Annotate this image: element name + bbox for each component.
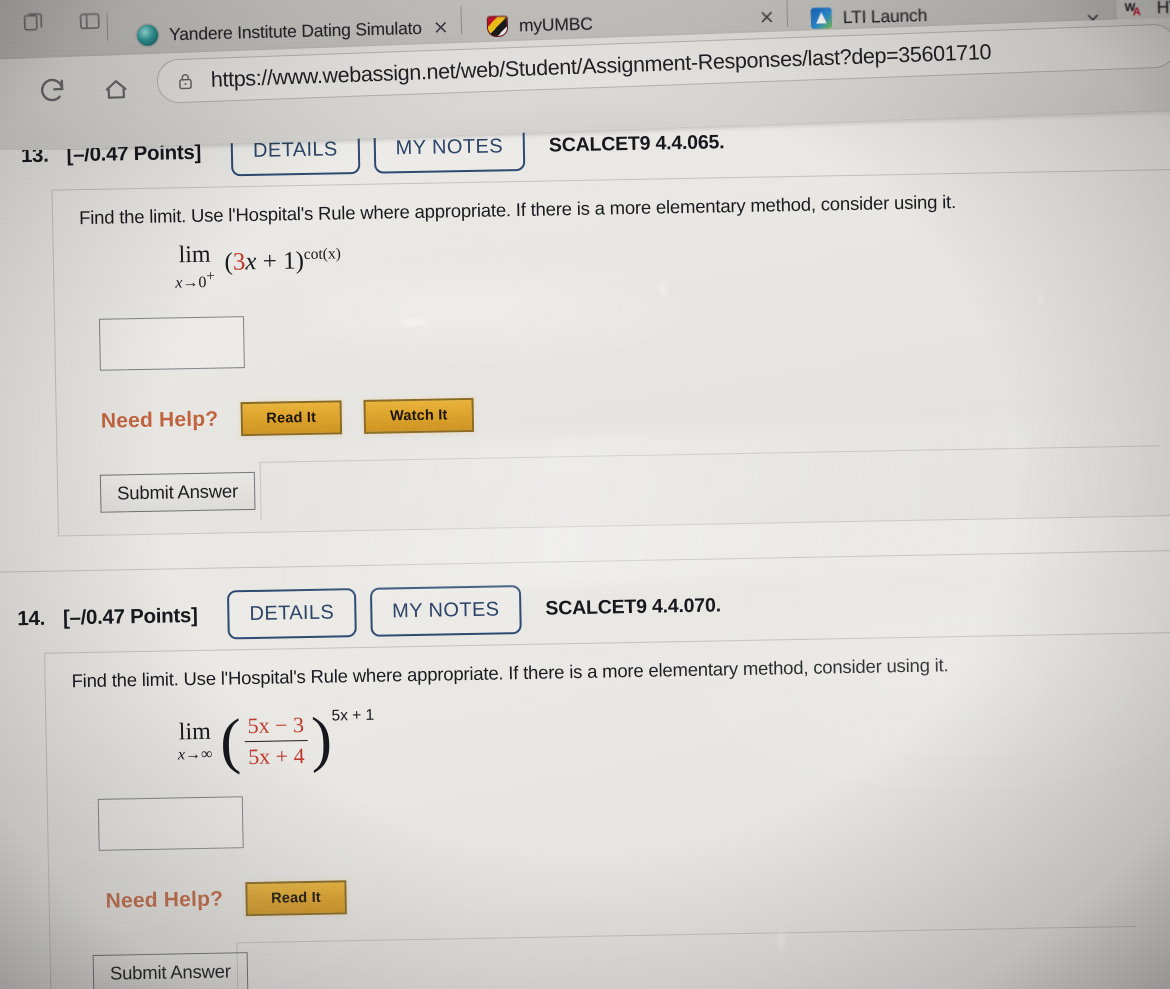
problem-instruction: Find the limit. Use l'Hospital's Rule wh… <box>71 654 949 692</box>
problem-13: 13. [–/0.47 Points] DETAILS MY NOTES SCA… <box>0 103 1170 537</box>
problem-points: [–/0.47 Points] <box>62 603 198 630</box>
need-help-label: Need Help? <box>100 407 219 434</box>
exponent: 5x + 1 <box>331 707 375 725</box>
lim-target: ∞ <box>200 746 213 764</box>
problem-instruction: Find the limit. Use l'Hospital's Rule wh… <box>78 191 957 229</box>
limit-operator: lim x→∞ <box>177 719 213 764</box>
read-it-button[interactable]: Read It <box>240 400 343 437</box>
limit-operator: lim x→0+ <box>175 241 215 292</box>
plus-sign: + <box>262 247 278 276</box>
tab-title: Yandere Institute Dating Simulato <box>168 17 423 44</box>
url-text: https://www.webassign.net/web/Student/As… <box>210 39 992 92</box>
lim-subscript: x→∞ <box>178 746 213 764</box>
svg-text:A: A <box>1133 6 1142 18</box>
problem-body: Find the limit. Use l'Hospital's Rule wh… <box>51 168 1170 537</box>
tab-title: LTI Launch <box>842 4 928 27</box>
math-expression-13: lim x→0+ (3x + 1)cot(x) <box>175 225 1168 292</box>
answer-input-13[interactable] <box>98 316 245 372</box>
problem-reference: SCALCET9 4.4.070. <box>545 594 722 620</box>
toolbar-divider <box>106 12 109 41</box>
fraction: 5x − 3 5x + 4 <box>240 712 311 771</box>
problem-14: 14. [–/0.47 Points] DETAILS MY NOTES SCA… <box>0 549 1170 989</box>
lti-blue-icon <box>810 6 833 29</box>
tab-title: myUMBC <box>518 13 593 35</box>
lim-arrow: → <box>182 274 199 292</box>
read-it-button[interactable]: Read It <box>244 880 348 917</box>
lim-subscript: x→0+ <box>175 268 215 292</box>
submit-side-panel <box>236 926 1138 989</box>
problem-body: Find the limit. Use l'Hospital's Rule wh… <box>44 632 1170 989</box>
home-icon[interactable] <box>101 75 132 109</box>
tab-overview-icon[interactable] <box>20 10 47 35</box>
tab-divider <box>460 5 463 34</box>
close-icon[interactable]: × <box>759 6 775 28</box>
limit-body: (3x + 1)cot(x) <box>224 245 341 276</box>
exponent: cot(x) <box>303 245 341 263</box>
paren-close: ) <box>310 706 333 775</box>
answer-input-14[interactable] <box>97 796 244 852</box>
paren-open: ( <box>219 707 242 777</box>
lock-icon <box>176 70 196 92</box>
watch-it-button[interactable]: Watch It <box>363 398 474 435</box>
constant: 1 <box>282 247 296 275</box>
submit-side-panel <box>259 445 1161 521</box>
math-expression-14: lim x→∞ ( 5x − 3 5x + 4 ) 5x + 1 <box>177 689 1166 776</box>
my-notes-button[interactable]: MY NOTES <box>369 585 522 638</box>
submit-answer-button[interactable]: Submit Answer <box>99 472 256 514</box>
window-controls-group <box>20 9 103 35</box>
webassign-page: 13. [–/0.47 Points] DETAILS MY NOTES SCA… <box>0 81 1170 989</box>
webassign-icon: W A <box>1124 0 1146 19</box>
close-icon[interactable]: × <box>433 16 449 38</box>
lim-arrow: → <box>184 746 202 764</box>
coefficient: 3 <box>232 248 246 276</box>
fraction-group: ( 5x − 3 5x + 4 ) 5x + 1 <box>219 706 375 777</box>
fraction-numerator: 5x − 3 <box>247 712 305 739</box>
lim-target-sign: + <box>206 268 215 285</box>
variable: x <box>245 248 257 276</box>
lim-label: lim <box>178 241 211 269</box>
lim-label: lim <box>178 719 212 746</box>
need-help-row-13: Need Help? Read It Watch It <box>101 385 1170 439</box>
submit-row-14: Submit Answer <box>77 926 1170 989</box>
problem-number: 14. <box>17 606 46 631</box>
submit-answer-button[interactable]: Submit Answer <box>92 952 249 989</box>
fraction-denominator: 5x + 4 <box>244 740 308 771</box>
teal-orb-icon <box>136 24 159 46</box>
tab-title: HW <box>1156 0 1170 17</box>
tab-divider <box>786 0 789 27</box>
reload-icon[interactable] <box>37 75 68 111</box>
browser-chrome: Yandere Institute Dating Simulato × myUM… <box>0 0 1170 150</box>
details-button[interactable]: DETAILS <box>227 588 357 640</box>
laptop-screen-photo: Yandere Institute Dating Simulato × myUM… <box>0 0 1170 989</box>
submit-row-13: Submit Answer <box>84 445 1170 521</box>
need-help-row-14: Need Help? Read It <box>105 866 1168 919</box>
need-help-label: Need Help? <box>105 887 224 913</box>
umbc-shield-icon <box>486 15 509 37</box>
sidebar-icon[interactable] <box>76 9 103 34</box>
